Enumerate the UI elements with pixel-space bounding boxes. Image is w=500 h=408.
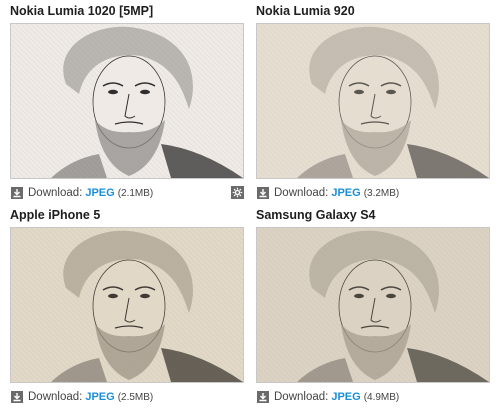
download-link[interactable]: JPEG [85,391,114,403]
card-title: Nokia Lumia 920 [256,4,355,18]
download-label: Download: [274,391,329,403]
download-row: Download: JPEG (2.5MB) [10,387,246,407]
settings-gear-icon[interactable] [231,186,244,199]
file-size: (2.1MB) [117,187,154,199]
photo-card: Nokia Lumia 1020 [5MP] Download: JPEG (2… [10,0,246,203]
card-title: Samsung Galaxy S4 [256,208,376,222]
photo-frame [256,23,490,179]
photo-card: Apple iPhone 5 Download: JPEG (2.5MB) [10,204,246,407]
photo-frame [10,227,244,383]
portrait-image [11,228,243,382]
file-size: (2.5MB) [117,391,154,403]
download-link[interactable]: JPEG [331,187,360,199]
photo-frame [256,227,490,383]
portrait-image [257,24,489,178]
download-label: Download: [28,391,83,403]
card-title: Apple iPhone 5 [10,208,101,222]
download-row: Download: JPEG (4.9MB) [256,387,492,407]
download-icon[interactable] [11,187,23,199]
download-label: Download: [274,187,329,199]
download-label: Download: [28,187,83,199]
download-row: Download: JPEG (3.2MB) [256,183,492,203]
download-link[interactable]: JPEG [331,391,360,403]
download-icon[interactable] [257,187,269,199]
card-title: Nokia Lumia 1020 [5MP] [10,4,154,18]
photo-card: Nokia Lumia 920 Download: JPEG (3.2MB) [256,0,492,203]
portrait-image [257,228,489,382]
photo-card: Samsung Galaxy S4 Download: JPEG (4.9MB) [256,204,492,407]
portrait-image [11,24,243,178]
file-size: (4.9MB) [363,391,400,403]
file-size: (3.2MB) [363,187,400,199]
download-row: Download: JPEG (2.1MB) [10,183,246,203]
download-icon[interactable] [257,391,269,403]
photo-frame [10,23,244,179]
download-icon[interactable] [11,391,23,403]
download-link[interactable]: JPEG [85,187,114,199]
